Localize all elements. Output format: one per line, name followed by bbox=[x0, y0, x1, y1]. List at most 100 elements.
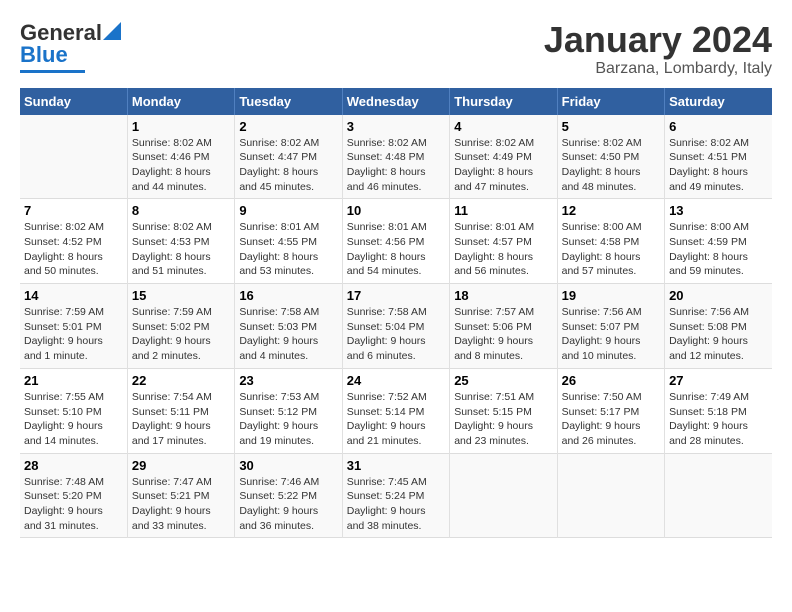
day-number: 6 bbox=[669, 119, 768, 134]
day-number: 4 bbox=[454, 119, 552, 134]
day-number: 29 bbox=[132, 458, 230, 473]
day-number: 24 bbox=[347, 373, 445, 388]
calendar-cell: 1 Sunrise: 8:02 AMSunset: 4:46 PMDaylight… bbox=[127, 115, 234, 199]
day-info: Sunrise: 8:02 AMSunset: 4:47 PMDaylight:… bbox=[239, 136, 337, 195]
day-number: 1 bbox=[132, 119, 230, 134]
day-info: Sunrise: 7:46 AMSunset: 5:22 PMDaylight:… bbox=[239, 475, 337, 534]
calendar-cell: 12 Sunrise: 8:00 AMSunset: 4:58 PMDayligh… bbox=[557, 199, 664, 284]
day-number: 17 bbox=[347, 288, 445, 303]
calendar-cell: 29 Sunrise: 7:47 AMSunset: 5:21 PMDayligh… bbox=[127, 453, 234, 538]
day-info: Sunrise: 8:00 AMSunset: 4:59 PMDaylight:… bbox=[669, 220, 768, 279]
day-number: 14 bbox=[24, 288, 123, 303]
day-info: Sunrise: 8:02 AMSunset: 4:48 PMDaylight:… bbox=[347, 136, 445, 195]
day-number: 11 bbox=[454, 203, 552, 218]
calendar-cell: 30Sunrise: 7:46 AMSunset: 5:22 PMDayligh… bbox=[235, 453, 342, 538]
weekday-header-saturday: Saturday bbox=[665, 88, 772, 115]
header: General Blue January 2024 Barzana, Lomba… bbox=[20, 20, 772, 78]
calendar-cell: 3 Sunrise: 8:02 AMSunset: 4:48 PMDaylight… bbox=[342, 115, 449, 199]
day-number: 9 bbox=[239, 203, 337, 218]
day-info: Sunrise: 8:01 AMSunset: 4:56 PMDaylight:… bbox=[347, 220, 445, 279]
day-number: 22 bbox=[132, 373, 230, 388]
calendar-cell: 2 Sunrise: 8:02 AMSunset: 4:47 PMDaylight… bbox=[235, 115, 342, 199]
calendar-cell: 23Sunrise: 7:53 AMSunset: 5:12 PMDayligh… bbox=[235, 368, 342, 453]
day-info: Sunrise: 7:51 AMSunset: 5:15 PMDaylight:… bbox=[454, 390, 552, 449]
logo-blue: Blue bbox=[20, 42, 68, 68]
day-info: Sunrise: 8:01 AMSunset: 4:55 PMDaylight:… bbox=[239, 220, 337, 279]
day-info: Sunrise: 8:00 AMSunset: 4:58 PMDaylight:… bbox=[562, 220, 660, 279]
calendar-cell: 25 Sunrise: 7:51 AMSunset: 5:15 PMDayligh… bbox=[450, 368, 557, 453]
day-info: Sunrise: 7:58 AMSunset: 5:03 PMDaylight:… bbox=[239, 305, 337, 364]
day-info: Sunrise: 7:56 AMSunset: 5:08 PMDaylight:… bbox=[669, 305, 768, 364]
logo-arrow-icon bbox=[103, 22, 121, 40]
calendar-week-2: 7Sunrise: 8:02 AMSunset: 4:52 PMDaylight… bbox=[20, 199, 772, 284]
day-info: Sunrise: 7:48 AMSunset: 5:20 PMDaylight:… bbox=[24, 475, 123, 534]
day-number: 10 bbox=[347, 203, 445, 218]
day-number: 16 bbox=[239, 288, 337, 303]
day-number: 5 bbox=[562, 119, 660, 134]
calendar-cell: 20 Sunrise: 7:56 AMSunset: 5:08 PMDayligh… bbox=[665, 284, 772, 369]
calendar-cell: 5Sunrise: 8:02 AMSunset: 4:50 PMDaylight… bbox=[557, 115, 664, 199]
calendar-cell: 21 Sunrise: 7:55 AMSunset: 5:10 PMDayligh… bbox=[20, 368, 127, 453]
calendar-cell: 13 Sunrise: 8:00 AMSunset: 4:59 PMDayligh… bbox=[665, 199, 772, 284]
calendar-cell: 24Sunrise: 7:52 AMSunset: 5:14 PMDayligh… bbox=[342, 368, 449, 453]
day-info: Sunrise: 7:59 AMSunset: 5:02 PMDaylight:… bbox=[132, 305, 230, 364]
day-info: Sunrise: 8:02 AMSunset: 4:53 PMDaylight:… bbox=[132, 220, 230, 279]
day-number: 19 bbox=[562, 288, 660, 303]
day-info: Sunrise: 7:49 AMSunset: 5:18 PMDaylight:… bbox=[669, 390, 768, 449]
calendar-cell: 4 Sunrise: 8:02 AMSunset: 4:49 PMDaylight… bbox=[450, 115, 557, 199]
calendar-cell: 18 Sunrise: 7:57 AMSunset: 5:06 PMDayligh… bbox=[450, 284, 557, 369]
calendar-cell: 17 Sunrise: 7:58 AMSunset: 5:04 PMDayligh… bbox=[342, 284, 449, 369]
weekday-header-thursday: Thursday bbox=[450, 88, 557, 115]
calendar-cell: 6Sunrise: 8:02 AMSunset: 4:51 PMDaylight… bbox=[665, 115, 772, 199]
day-info: Sunrise: 7:56 AMSunset: 5:07 PMDaylight:… bbox=[562, 305, 660, 364]
calendar-week-1: 1 Sunrise: 8:02 AMSunset: 4:46 PMDaylight… bbox=[20, 115, 772, 199]
day-number: 8 bbox=[132, 203, 230, 218]
day-info: Sunrise: 7:47 AMSunset: 5:21 PMDaylight:… bbox=[132, 475, 230, 534]
weekday-header-monday: Monday bbox=[127, 88, 234, 115]
day-info: Sunrise: 7:45 AMSunset: 5:24 PMDaylight:… bbox=[347, 475, 445, 534]
calendar-cell: 14 Sunrise: 7:59 AMSunset: 5:01 PMDayligh… bbox=[20, 284, 127, 369]
day-number: 15 bbox=[132, 288, 230, 303]
day-number: 2 bbox=[239, 119, 337, 134]
calendar-cell: 8 Sunrise: 8:02 AMSunset: 4:53 PMDaylight… bbox=[127, 199, 234, 284]
calendar-cell: 22Sunrise: 7:54 AMSunset: 5:11 PMDayligh… bbox=[127, 368, 234, 453]
calendar-cell bbox=[665, 453, 772, 538]
calendar-cell: 26 Sunrise: 7:50 AMSunset: 5:17 PMDayligh… bbox=[557, 368, 664, 453]
calendar-cell: 7Sunrise: 8:02 AMSunset: 4:52 PMDaylight… bbox=[20, 199, 127, 284]
calendar-cell: 28Sunrise: 7:48 AMSunset: 5:20 PMDayligh… bbox=[20, 453, 127, 538]
day-info: Sunrise: 8:02 AMSunset: 4:46 PMDaylight:… bbox=[132, 136, 230, 195]
day-number: 26 bbox=[562, 373, 660, 388]
weekday-header-sunday: Sunday bbox=[20, 88, 127, 115]
logo: General Blue bbox=[20, 20, 121, 73]
day-number: 25 bbox=[454, 373, 552, 388]
day-number: 21 bbox=[24, 373, 123, 388]
calendar-cell: 9 Sunrise: 8:01 AMSunset: 4:55 PMDaylight… bbox=[235, 199, 342, 284]
day-info: Sunrise: 7:58 AMSunset: 5:04 PMDaylight:… bbox=[347, 305, 445, 364]
title-area: January 2024 Barzana, Lombardy, Italy bbox=[544, 20, 772, 78]
day-number: 12 bbox=[562, 203, 660, 218]
calendar-cell: 10 Sunrise: 8:01 AMSunset: 4:56 PMDayligh… bbox=[342, 199, 449, 284]
calendar-cell: 31 Sunrise: 7:45 AMSunset: 5:24 PMDayligh… bbox=[342, 453, 449, 538]
day-number: 13 bbox=[669, 203, 768, 218]
calendar-cell bbox=[450, 453, 557, 538]
day-info: Sunrise: 7:57 AMSunset: 5:06 PMDaylight:… bbox=[454, 305, 552, 364]
weekday-header-friday: Friday bbox=[557, 88, 664, 115]
day-number: 31 bbox=[347, 458, 445, 473]
day-number: 18 bbox=[454, 288, 552, 303]
calendar-body: 1 Sunrise: 8:02 AMSunset: 4:46 PMDaylight… bbox=[20, 115, 772, 538]
day-info: Sunrise: 7:53 AMSunset: 5:12 PMDaylight:… bbox=[239, 390, 337, 449]
calendar-week-5: 28Sunrise: 7:48 AMSunset: 5:20 PMDayligh… bbox=[20, 453, 772, 538]
day-info: Sunrise: 8:02 AMSunset: 4:49 PMDaylight:… bbox=[454, 136, 552, 195]
calendar-cell: 19 Sunrise: 7:56 AMSunset: 5:07 PMDayligh… bbox=[557, 284, 664, 369]
month-title: January 2024 bbox=[544, 20, 772, 60]
day-info: Sunrise: 7:55 AMSunset: 5:10 PMDaylight:… bbox=[24, 390, 123, 449]
day-number: 3 bbox=[347, 119, 445, 134]
calendar-cell: 16 Sunrise: 7:58 AMSunset: 5:03 PMDayligh… bbox=[235, 284, 342, 369]
day-info: Sunrise: 7:50 AMSunset: 5:17 PMDaylight:… bbox=[562, 390, 660, 449]
weekday-header-row: SundayMondayTuesdayWednesdayThursdayFrid… bbox=[20, 88, 772, 115]
calendar-cell: 11 Sunrise: 8:01 AMSunset: 4:57 PMDayligh… bbox=[450, 199, 557, 284]
day-info: Sunrise: 8:01 AMSunset: 4:57 PMDaylight:… bbox=[454, 220, 552, 279]
day-info: Sunrise: 7:59 AMSunset: 5:01 PMDaylight:… bbox=[24, 305, 123, 364]
day-number: 20 bbox=[669, 288, 768, 303]
calendar-table: SundayMondayTuesdayWednesdayThursdayFrid… bbox=[20, 88, 772, 539]
